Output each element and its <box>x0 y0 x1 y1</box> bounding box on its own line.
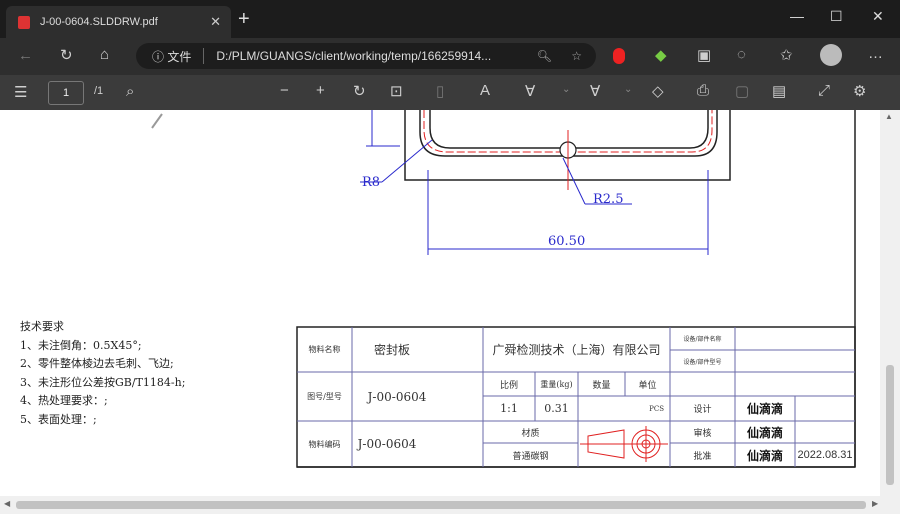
pdf-page: R8 R2.5 60.50 技术要求 1、未注倒角：0.5X45°; 2、零件整… <box>0 110 880 496</box>
contents-icon[interactable]: ☰ <box>14 83 27 101</box>
material-value: 普通碳钢 <box>512 451 549 462</box>
maximize-button[interactable]: ☐ <box>830 8 843 25</box>
page-view-icon[interactable]: ▯ <box>436 82 444 100</box>
vertical-scroll-thumb[interactable] <box>886 365 894 485</box>
tech-title: 技术要求 <box>20 320 64 333</box>
design-label: 设计 <box>693 405 712 415</box>
pdf-file-icon <box>18 15 30 29</box>
tech-item: 2、零件整体棱边去毛刺、飞边; <box>20 357 174 370</box>
scale-value: 1:1 <box>500 402 518 415</box>
r25-dim-label: R2.5 <box>593 192 623 207</box>
close-tab-icon[interactable]: ✕ <box>210 14 221 30</box>
tech-item: 5、表面处理：; <box>20 412 97 426</box>
minimize-button[interactable]: — <box>790 8 804 24</box>
rotate-icon[interactable]: ↻ <box>353 82 366 100</box>
technical-requirements: 技术要求 1、未注倒角：0.5X45°; 2、零件整体棱边去毛刺、飞边; 3、未… <box>20 318 185 429</box>
projection-symbol <box>580 426 668 462</box>
check-label: 审核 <box>693 428 712 439</box>
print-icon[interactable]: ⎙ <box>697 82 709 99</box>
unit-value: PCS <box>649 404 664 413</box>
r8-dim-label: R8 <box>362 175 380 190</box>
fit-page-icon[interactable]: ⊡ <box>390 82 403 100</box>
tech-item: 1、未注倒角：0.5X45°; <box>20 338 142 352</box>
page-total: /1 <box>94 85 104 97</box>
search-icon[interactable]: ⌕ <box>126 83 134 100</box>
scroll-right-icon[interactable]: ▶ <box>872 499 878 508</box>
horizontal-scroll-thumb[interactable] <box>16 501 866 509</box>
fullscreen-icon[interactable]: ⤢ <box>818 82 830 99</box>
save-as-icon[interactable]: ▤ <box>772 82 786 100</box>
tech-item: 3、未注形位公差按GB/T1184-h; <box>20 375 186 389</box>
code-value: J-00-0604 <box>357 437 417 451</box>
design-signature: 仙滴滴 <box>746 402 783 416</box>
refresh-icon[interactable]: ↻ <box>60 46 73 64</box>
weight-label: 重量(kg) <box>540 379 573 389</box>
equip-name-label: 设备/部件名称 <box>683 336 722 343</box>
eraser-icon[interactable]: ◇ <box>652 82 664 100</box>
approve-label: 批准 <box>693 451 712 462</box>
drawing-no-label: 图号/型号 <box>307 392 342 401</box>
weight-value: 0.31 <box>544 402 569 415</box>
settings-icon[interactable]: ⚙ <box>853 82 866 100</box>
tech-item: 4、热处理要求：; <box>20 394 108 407</box>
name-label: 物料名称 <box>308 345 341 354</box>
extension-icon[interactable] <box>613 48 625 64</box>
back-icon[interactable]: ← <box>18 47 33 64</box>
tab-title: J-00-0604.SLDDRW.pdf <box>40 16 158 28</box>
name-value: 密封板 <box>373 343 410 357</box>
check-signature: 仙滴滴 <box>746 425 783 440</box>
extension-icon-3[interactable]: ▣ <box>697 46 711 64</box>
info-icon: ⓘ <box>152 49 165 64</box>
zoom-in-icon[interactable]: + <box>316 82 325 99</box>
code-label: 物料编码 <box>308 439 341 449</box>
highlight-dropdown-icon[interactable]: ⌄ <box>624 84 632 95</box>
browser-tab[interactable]: J-00-0604.SLDDRW.pdf ✕ <box>6 6 231 38</box>
file-label: 文件 <box>167 49 192 64</box>
draw-dropdown-icon[interactable]: ⌄ <box>562 84 570 95</box>
highlight-icon[interactable]: ∀ <box>590 82 600 100</box>
unit-label: 单位 <box>638 380 657 391</box>
company-name: 广舜检测技术（上海）有限公司 <box>492 343 661 357</box>
part-view <box>404 110 731 190</box>
material-label: 材质 <box>521 428 540 439</box>
drawing-no-value: J-00-0604 <box>367 389 427 404</box>
tab-bar: J-00-0604.SLDDRW.pdf ✕ + — ☐ ✕ <box>0 0 900 38</box>
horizontal-scrollbar[interactable]: ◀ ▶ <box>0 496 900 514</box>
scale-label: 比例 <box>499 380 518 391</box>
approve-date: 2022.08.31 <box>797 449 853 461</box>
favorite-icon[interactable]: ☆ <box>571 49 582 63</box>
vertical-scrollbar[interactable]: ▲ <box>880 110 900 496</box>
pdf-toolbar: ☰ 1 /1 ⌕ − + ↻ ⊡ ▯ A ∀ ⌄ ∀ ⌄ ◇ ⎙ ▢ ▤ ⤢ ⚙ <box>0 75 900 110</box>
page-number-input[interactable]: 1 <box>48 81 84 105</box>
url-text: D:/PLM/GUANGS/client/working/temp/166259… <box>216 49 492 63</box>
zoom-icon[interactable]: 🔍︎ <box>537 49 552 63</box>
approve-signature: 仙滴滴 <box>746 448 783 463</box>
qty-label: 数量 <box>592 380 611 391</box>
extension-icon-2[interactable]: ◆ <box>655 46 667 64</box>
address-field[interactable]: ⓘ 文件 D:/PLM/GUANGS/client/working/temp/1… <box>136 43 596 69</box>
new-tab-button[interactable]: + <box>238 8 250 31</box>
draw-icon[interactable]: ∀ <box>525 82 535 100</box>
read-aloud-icon[interactable]: A <box>480 82 490 99</box>
more-icon[interactable]: … <box>868 45 883 62</box>
dimensions <box>360 110 709 255</box>
home-icon[interactable]: ⌂ <box>100 46 109 63</box>
save-icon[interactable]: ▢ <box>735 82 749 100</box>
width-dim-label: 60.50 <box>548 234 585 249</box>
favorites-icon[interactable]: ✩ <box>780 46 793 64</box>
close-window-button[interactable]: ✕ <box>872 8 884 25</box>
scroll-left-icon[interactable]: ◀ <box>4 499 10 508</box>
scroll-up-icon[interactable]: ▲ <box>885 112 893 121</box>
address-bar-row: ← ↻ ⌂ ⓘ 文件 D:/PLM/GUANGS/client/working/… <box>0 38 900 75</box>
equip-model-label: 设备/部件型号 <box>683 358 722 366</box>
collections-icon[interactable]: ◌ <box>737 46 746 63</box>
zoom-out-icon[interactable]: − <box>280 82 289 99</box>
avatar[interactable] <box>820 44 842 66</box>
